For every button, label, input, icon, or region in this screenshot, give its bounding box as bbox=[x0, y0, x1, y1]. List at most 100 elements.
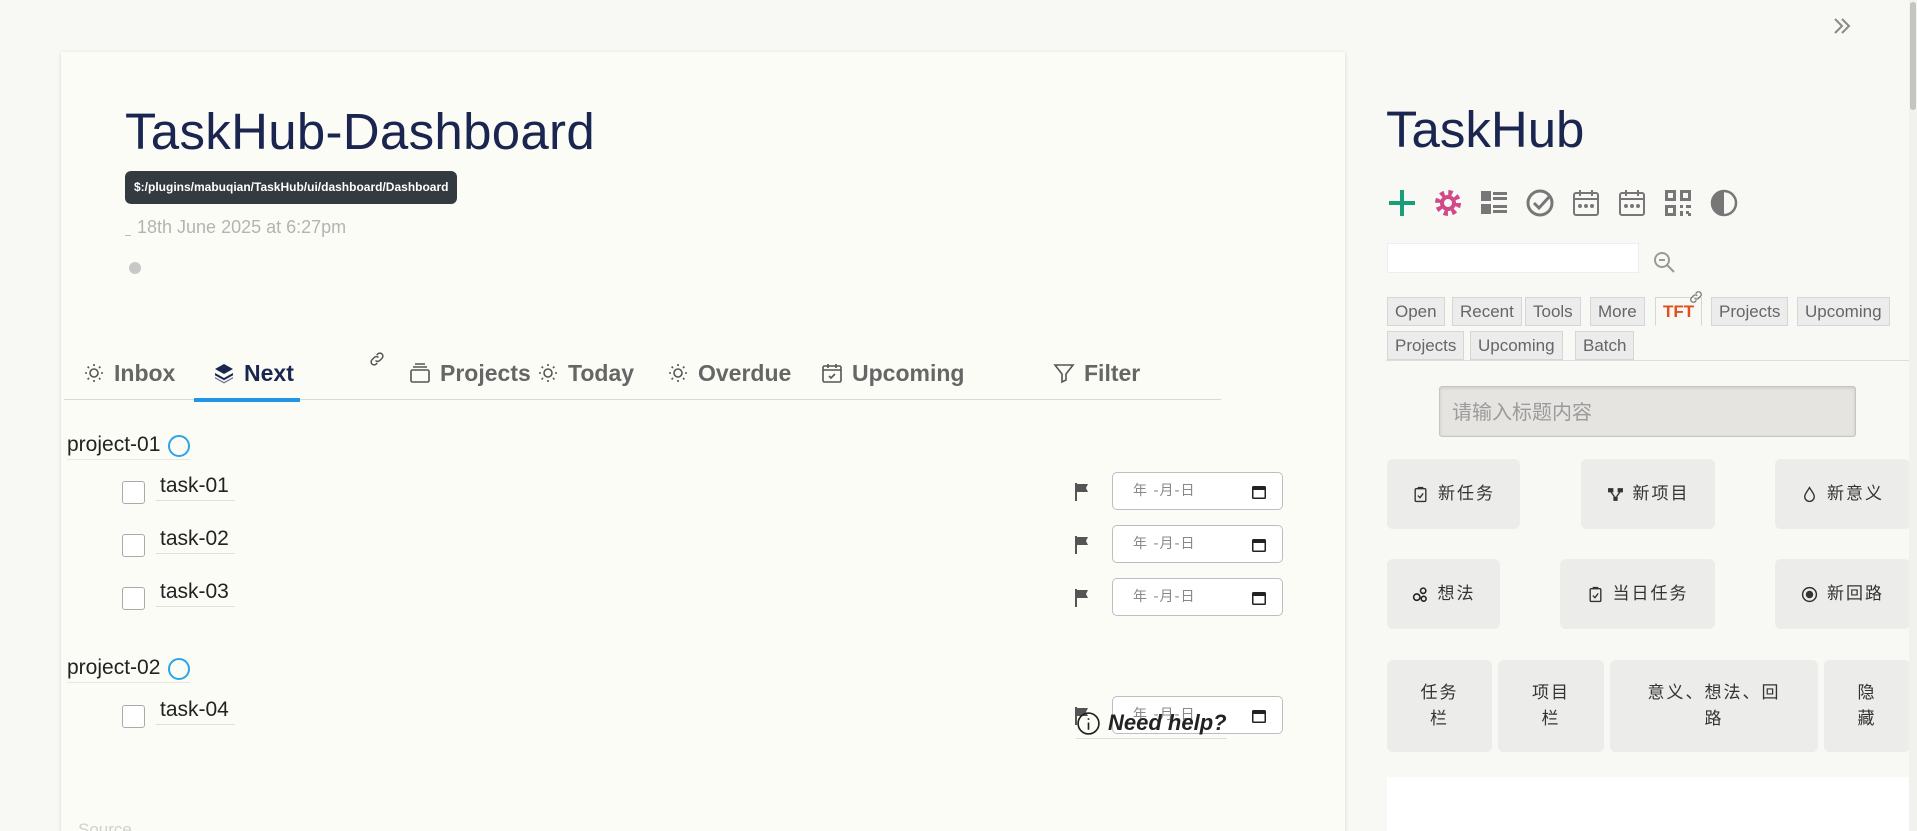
project-complete-circle[interactable] bbox=[168, 658, 191, 680]
qr-icon bbox=[1665, 190, 1691, 216]
info-icon bbox=[1077, 711, 1100, 735]
task-checkbox[interactable] bbox=[122, 587, 145, 610]
tab-filter[interactable]: Filter bbox=[1034, 346, 1146, 400]
date-placeholder: 年 -月-日 bbox=[1133, 483, 1196, 499]
sidebar-tab-open[interactable]: Open bbox=[1387, 297, 1445, 326]
tab-label: Next bbox=[244, 359, 294, 386]
task-checkbox[interactable] bbox=[122, 534, 145, 557]
sun-icon bbox=[669, 364, 687, 382]
task-link[interactable]: task-03 bbox=[156, 580, 235, 607]
link-icon[interactable] bbox=[368, 350, 386, 368]
tab-label: Upcoming bbox=[852, 359, 965, 386]
plus-icon bbox=[1389, 190, 1415, 216]
page-scrollbar[interactable] bbox=[1909, 0, 1917, 831]
sidebar-title: TaskHub bbox=[1386, 101, 1585, 158]
need-help-link[interactable]: Need help? bbox=[1076, 710, 1227, 739]
sidebar-tab-upcoming-2[interactable]: Upcoming bbox=[1470, 331, 1563, 360]
link-icon[interactable] bbox=[1688, 289, 1704, 305]
title-input[interactable] bbox=[1439, 386, 1856, 437]
theme-toggle-button[interactable] bbox=[1707, 186, 1741, 220]
dashboard-tabs: Inbox Next Projects Today Overdue Upcomi… bbox=[64, 346, 1221, 402]
day-task-button[interactable]: 当日任务 bbox=[1560, 559, 1715, 629]
task-link[interactable]: task-02 bbox=[156, 527, 235, 554]
task-link[interactable]: task-01 bbox=[156, 474, 235, 501]
date-input[interactable]: 年 -月-日 bbox=[1112, 525, 1283, 563]
tab-upcoming[interactable]: Upcoming bbox=[802, 346, 970, 400]
sidebar-tab-recent[interactable]: Recent bbox=[1452, 297, 1522, 326]
tiddler-subtitle: 18th June 2025 at 6:27pm bbox=[125, 217, 346, 238]
tab-inbox[interactable]: Inbox bbox=[64, 346, 181, 400]
sidebar-tab-more[interactable]: More bbox=[1590, 297, 1645, 326]
bubbles-icon bbox=[1412, 586, 1427, 602]
tiddler-date: 18th June 2025 at 6:27pm bbox=[137, 217, 347, 237]
calendar-icon[interactable] bbox=[1251, 484, 1267, 500]
new-task-button[interactable]: 新任务 bbox=[1387, 459, 1520, 529]
task-bar-button[interactable]: 任务 栏 bbox=[1387, 660, 1492, 752]
project-bar-label-line1: 项目 bbox=[1532, 682, 1570, 703]
radio-icon bbox=[1801, 586, 1818, 602]
calendar-check-icon bbox=[822, 364, 842, 383]
help-label: Need help? bbox=[1108, 710, 1227, 735]
hide-button[interactable]: 隐 藏 bbox=[1824, 660, 1910, 752]
tab-label: Inbox bbox=[114, 359, 176, 386]
contrast-icon bbox=[1710, 189, 1738, 217]
new-meaning-button[interactable]: 新意义 bbox=[1775, 459, 1910, 529]
project-item: project-02 bbox=[67, 655, 191, 683]
calendar-icon[interactable] bbox=[1251, 708, 1267, 724]
project-item: project-01 bbox=[67, 432, 191, 460]
new-loop-button[interactable]: 新回路 bbox=[1775, 559, 1910, 629]
flag-icon[interactable] bbox=[1073, 482, 1091, 502]
date-placeholder: 年 -月-日 bbox=[1133, 536, 1196, 552]
drop-icon bbox=[1804, 485, 1815, 502]
calendar-button-2[interactable] bbox=[1615, 186, 1649, 220]
task-checkbox[interactable] bbox=[122, 705, 145, 728]
new-tiddler-button[interactable] bbox=[1385, 186, 1419, 220]
flag-icon[interactable] bbox=[1073, 588, 1091, 608]
tab-next[interactable]: Next bbox=[194, 346, 300, 402]
sidebar-tab-projects[interactable]: Projects bbox=[1711, 297, 1789, 326]
task-checkbox[interactable] bbox=[122, 481, 145, 504]
funnel-icon bbox=[1053, 364, 1075, 384]
project-link[interactable]: project-02 bbox=[67, 656, 160, 680]
tiddler-path-tooltip: $:/plugins/mabuqian/TaskHub/ui/dashboard… bbox=[125, 171, 458, 204]
tab-projects[interactable]: Projects bbox=[390, 346, 537, 400]
task-row: task-04 年 -月-日 bbox=[122, 696, 1283, 734]
project-complete-circle[interactable] bbox=[168, 435, 191, 457]
calendar-icon[interactable] bbox=[1251, 590, 1267, 606]
date-input[interactable]: 年 -月-日 bbox=[1112, 578, 1283, 616]
date-input[interactable]: 年 -月-日 bbox=[1112, 472, 1283, 510]
scrollbar-thumb[interactable] bbox=[1910, 2, 1916, 110]
idea-button[interactable]: 想法 bbox=[1387, 559, 1500, 629]
control-panel-button[interactable] bbox=[1431, 186, 1465, 220]
tab-today[interactable]: Today bbox=[518, 346, 640, 400]
task-link[interactable]: task-04 bbox=[156, 698, 235, 725]
clipboard-check-icon bbox=[1414, 486, 1427, 502]
task-row: task-01 年 -月-日 bbox=[122, 472, 1283, 510]
hide-label-line2: 藏 bbox=[1857, 709, 1877, 729]
tab-overdue[interactable]: Overdue bbox=[648, 346, 797, 400]
sidebar-search-input[interactable] bbox=[1387, 243, 1639, 273]
tab-label: Overdue bbox=[698, 359, 792, 386]
check-circle-icon bbox=[1526, 189, 1554, 217]
tab-label: Today bbox=[568, 359, 635, 386]
sidebar-tab-tools[interactable]: Tools bbox=[1525, 297, 1581, 326]
qr-button[interactable] bbox=[1661, 186, 1695, 220]
new-meaning-label: 新意义 bbox=[1827, 483, 1884, 504]
list-button[interactable] bbox=[1477, 186, 1511, 220]
project-link[interactable]: project-01 bbox=[67, 433, 160, 457]
calendar-button[interactable] bbox=[1569, 186, 1603, 220]
done-button[interactable] bbox=[1523, 186, 1557, 220]
sidebar-tab-batch[interactable]: Batch bbox=[1575, 331, 1635, 360]
flag-icon[interactable] bbox=[1073, 535, 1091, 555]
new-project-button[interactable]: 新项目 bbox=[1581, 459, 1715, 529]
sidebar-tab-projects-2[interactable]: Projects bbox=[1387, 331, 1465, 360]
tab-label: Filter bbox=[1084, 359, 1141, 386]
search-icon[interactable] bbox=[1652, 250, 1676, 274]
calendar-icon[interactable] bbox=[1251, 537, 1267, 553]
meaning-label-line2: 路 bbox=[1704, 709, 1724, 729]
double-chevron-right-icon[interactable] bbox=[1830, 14, 1854, 38]
sidebar-tab-upcoming[interactable]: Upcoming bbox=[1797, 297, 1890, 326]
tiddler-title: TaskHub-Dashboard bbox=[125, 103, 596, 160]
meaning-idea-loop-button[interactable]: 意义、想法、回 路 bbox=[1610, 660, 1818, 752]
project-bar-button[interactable]: 项目 栏 bbox=[1498, 660, 1604, 752]
